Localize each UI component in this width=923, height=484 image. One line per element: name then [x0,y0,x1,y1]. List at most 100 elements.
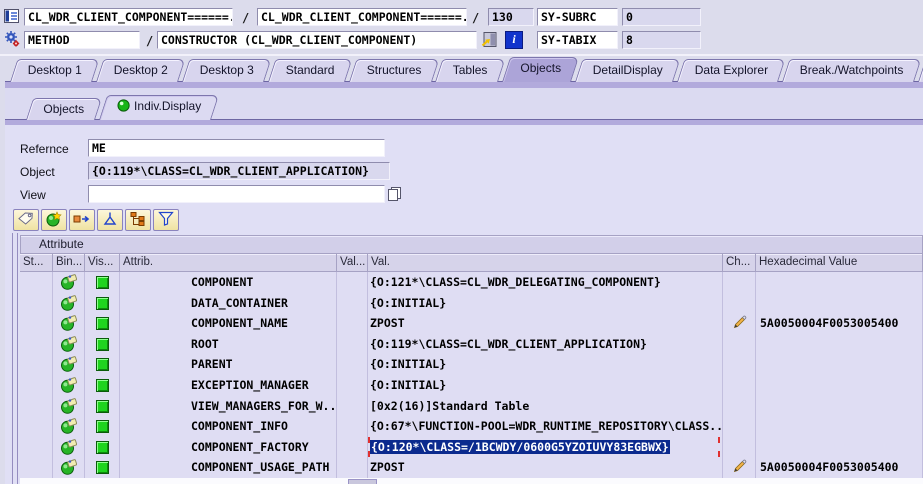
status-cell[interactable] [20,374,53,396]
event-detail-field[interactable]: CONSTRUCTOR (CL_WDR_CLIENT_COMPONENT) [157,31,477,49]
changeable-cell[interactable] [723,313,756,334]
object-field[interactable]: {O:119*\CLASS=CL_WDR_CLIENT_APPLICATION} [88,162,390,180]
value-cell[interactable]: {O:120*\CLASS=/1BCWDY/0600G5YZOIUVY83EGB… [368,436,723,458]
status-cell[interactable] [20,457,53,478]
value-spacer-cell[interactable] [337,333,368,355]
value-spacer-cell[interactable] [337,354,368,375]
visibility-cell[interactable] [85,354,120,375]
value-spacer-cell[interactable] [337,272,368,293]
tab-objects[interactable]: Objects [502,57,579,82]
attribute-name-cell[interactable]: COMPONENT_INFO [120,416,337,437]
attribute-name-cell[interactable]: ROOT [120,333,337,355]
include-field[interactable]: CL_WDR_CLIENT_COMPONENT======... [257,8,467,26]
tab-desktop-2[interactable]: Desktop 2 [96,59,186,82]
binding-cell[interactable] [53,416,85,437]
attribute-row[interactable]: DATA_CONTAINER {O:INITIAL} [20,292,923,314]
hex-value-cell[interactable]: 5A0050004F0053005400 [756,457,923,478]
tab-detaildisplay[interactable]: DetailDisplay [574,59,681,82]
value-spacer-cell[interactable] [337,416,368,437]
binding-cell[interactable] [53,292,85,314]
value-spacer-cell[interactable] [337,313,368,334]
tab-data-explorer[interactable]: Data Explorer [676,59,786,82]
sy-subrc-field[interactable]: SY-SUBRC [537,8,618,26]
selected-value[interactable]: {O:120*\CLASS=/1BCWDY/0600G5YZOIUVY83EGB… [370,439,670,454]
status-cell[interactable] [20,313,53,334]
value-spacer-cell[interactable] [337,436,368,458]
hex-value-cell[interactable]: 5A0050004F0053005400 [756,313,923,334]
binding-cell[interactable] [53,457,85,478]
column-header-bin[interactable]: Bin... [53,254,85,272]
hex-value-cell[interactable] [756,272,923,293]
changeable-cell[interactable] [723,292,756,314]
binding-cell[interactable] [53,436,85,458]
value-cell[interactable]: ZPOST [368,457,723,478]
binding-cell[interactable] [53,272,85,293]
attribute-row[interactable]: COMPONENT_FACTORY {O:120*\CLASS=/1BCWDY/0… [20,436,923,458]
change-button[interactable] [69,209,95,231]
tab-desktop-1[interactable]: Desktop 1 [10,59,100,82]
value-spacer-cell[interactable] [337,292,368,314]
changeable-cell[interactable] [723,416,756,437]
hex-value-cell[interactable] [756,374,923,396]
attribute-row[interactable]: COMPONENT_INFO {O:67*\FUNCTION-POOL=WDR_R… [20,416,923,437]
hex-value-cell[interactable] [756,416,923,437]
status-cell[interactable] [20,416,53,437]
changeable-cell[interactable] [723,395,756,417]
changeable-cell[interactable] [723,272,756,293]
value-spacer-cell[interactable] [337,395,368,417]
value-cell[interactable]: ZPOST [368,313,723,334]
hex-value-cell[interactable] [756,354,923,375]
status-cell[interactable] [20,333,53,355]
attribute-row[interactable]: ROOT {O:119*\CLASS=CL_WDR_CLIENT_APPLICAT… [20,333,923,355]
binding-cell[interactable] [53,374,85,396]
sort-button[interactable] [97,209,123,231]
binding-cell[interactable] [53,354,85,375]
column-header-st[interactable]: St... [20,254,53,272]
value-cell[interactable]: {O:INITIAL} [368,292,723,314]
binding-cell[interactable] [53,313,85,334]
copy-value-icon[interactable] [387,186,403,205]
visibility-cell[interactable] [85,457,120,478]
visibility-cell[interactable] [85,436,120,458]
tab-structures[interactable]: Structures [348,59,439,82]
attribute-row[interactable]: PARENT {O:INITIAL} [20,354,923,375]
column-header-attrib[interactable]: Attrib. [120,254,337,272]
visibility-cell[interactable] [85,333,120,355]
attribute-name-cell[interactable]: DATA_CONTAINER [120,292,337,314]
line-number-field[interactable]: 130 [488,8,534,26]
pencil-icon[interactable] [732,460,747,477]
hex-value-cell[interactable] [756,333,923,355]
hex-value-cell[interactable] [756,395,923,417]
attribute-row[interactable]: COMPONENT_NAME ZPOST 5A0050004F0053005400 [20,313,923,334]
view-field[interactable] [88,185,385,203]
pencil-icon[interactable] [732,315,747,333]
value-cell[interactable]: {O:119*\CLASS=CL_WDR_CLIENT_APPLICATION} [368,333,723,355]
subtab-objects[interactable]: Objects [26,98,102,120]
status-cell[interactable] [20,272,53,293]
attribute-name-cell[interactable]: VIEW_MANAGERS_FOR_W... [120,395,337,417]
goto-statement-icon[interactable] [481,31,499,51]
status-cell[interactable] [20,292,53,314]
binding-cell[interactable] [53,333,85,355]
value-cell[interactable]: {O:121*\CLASS=CL_WDR_DELEGATING_COMPONEN… [368,272,723,293]
reference-field[interactable]: ME [88,139,385,157]
binding-cell[interactable] [53,395,85,417]
value-spacer-cell[interactable] [337,374,368,396]
tab-standard[interactable]: Standard [268,59,353,82]
filter-button[interactable] [153,209,179,231]
changeable-cell[interactable] [723,436,756,458]
value-cell[interactable]: {O:INITIAL} [368,354,723,375]
attribute-name-cell[interactable]: PARENT [120,354,337,375]
status-cell[interactable] [20,354,53,375]
hex-value-cell[interactable] [756,436,923,458]
attribute-name-cell[interactable]: EXCEPTION_MANAGER [120,374,337,396]
attribute-name-cell[interactable]: COMPONENT_USAGE_PATH [120,457,337,478]
column-header-ch[interactable]: Ch... [723,254,756,272]
tab-break-watchpoints[interactable]: Break./Watchpoints [782,59,922,82]
attribute-row[interactable]: COMPONENT_USAGE_PATH ZPOST 5A0050004F00530… [20,457,923,478]
value-cell[interactable]: {O:67*\FUNCTION-POOL=WDR_RUNTIME_REPOSIT… [368,416,723,437]
visibility-cell[interactable] [85,292,120,314]
information-icon[interactable]: i [505,31,523,49]
value-spacer-cell[interactable] [337,457,368,478]
attribute-row[interactable]: VIEW_MANAGERS_FOR_W... [0x2(16)]Standard … [20,395,923,417]
